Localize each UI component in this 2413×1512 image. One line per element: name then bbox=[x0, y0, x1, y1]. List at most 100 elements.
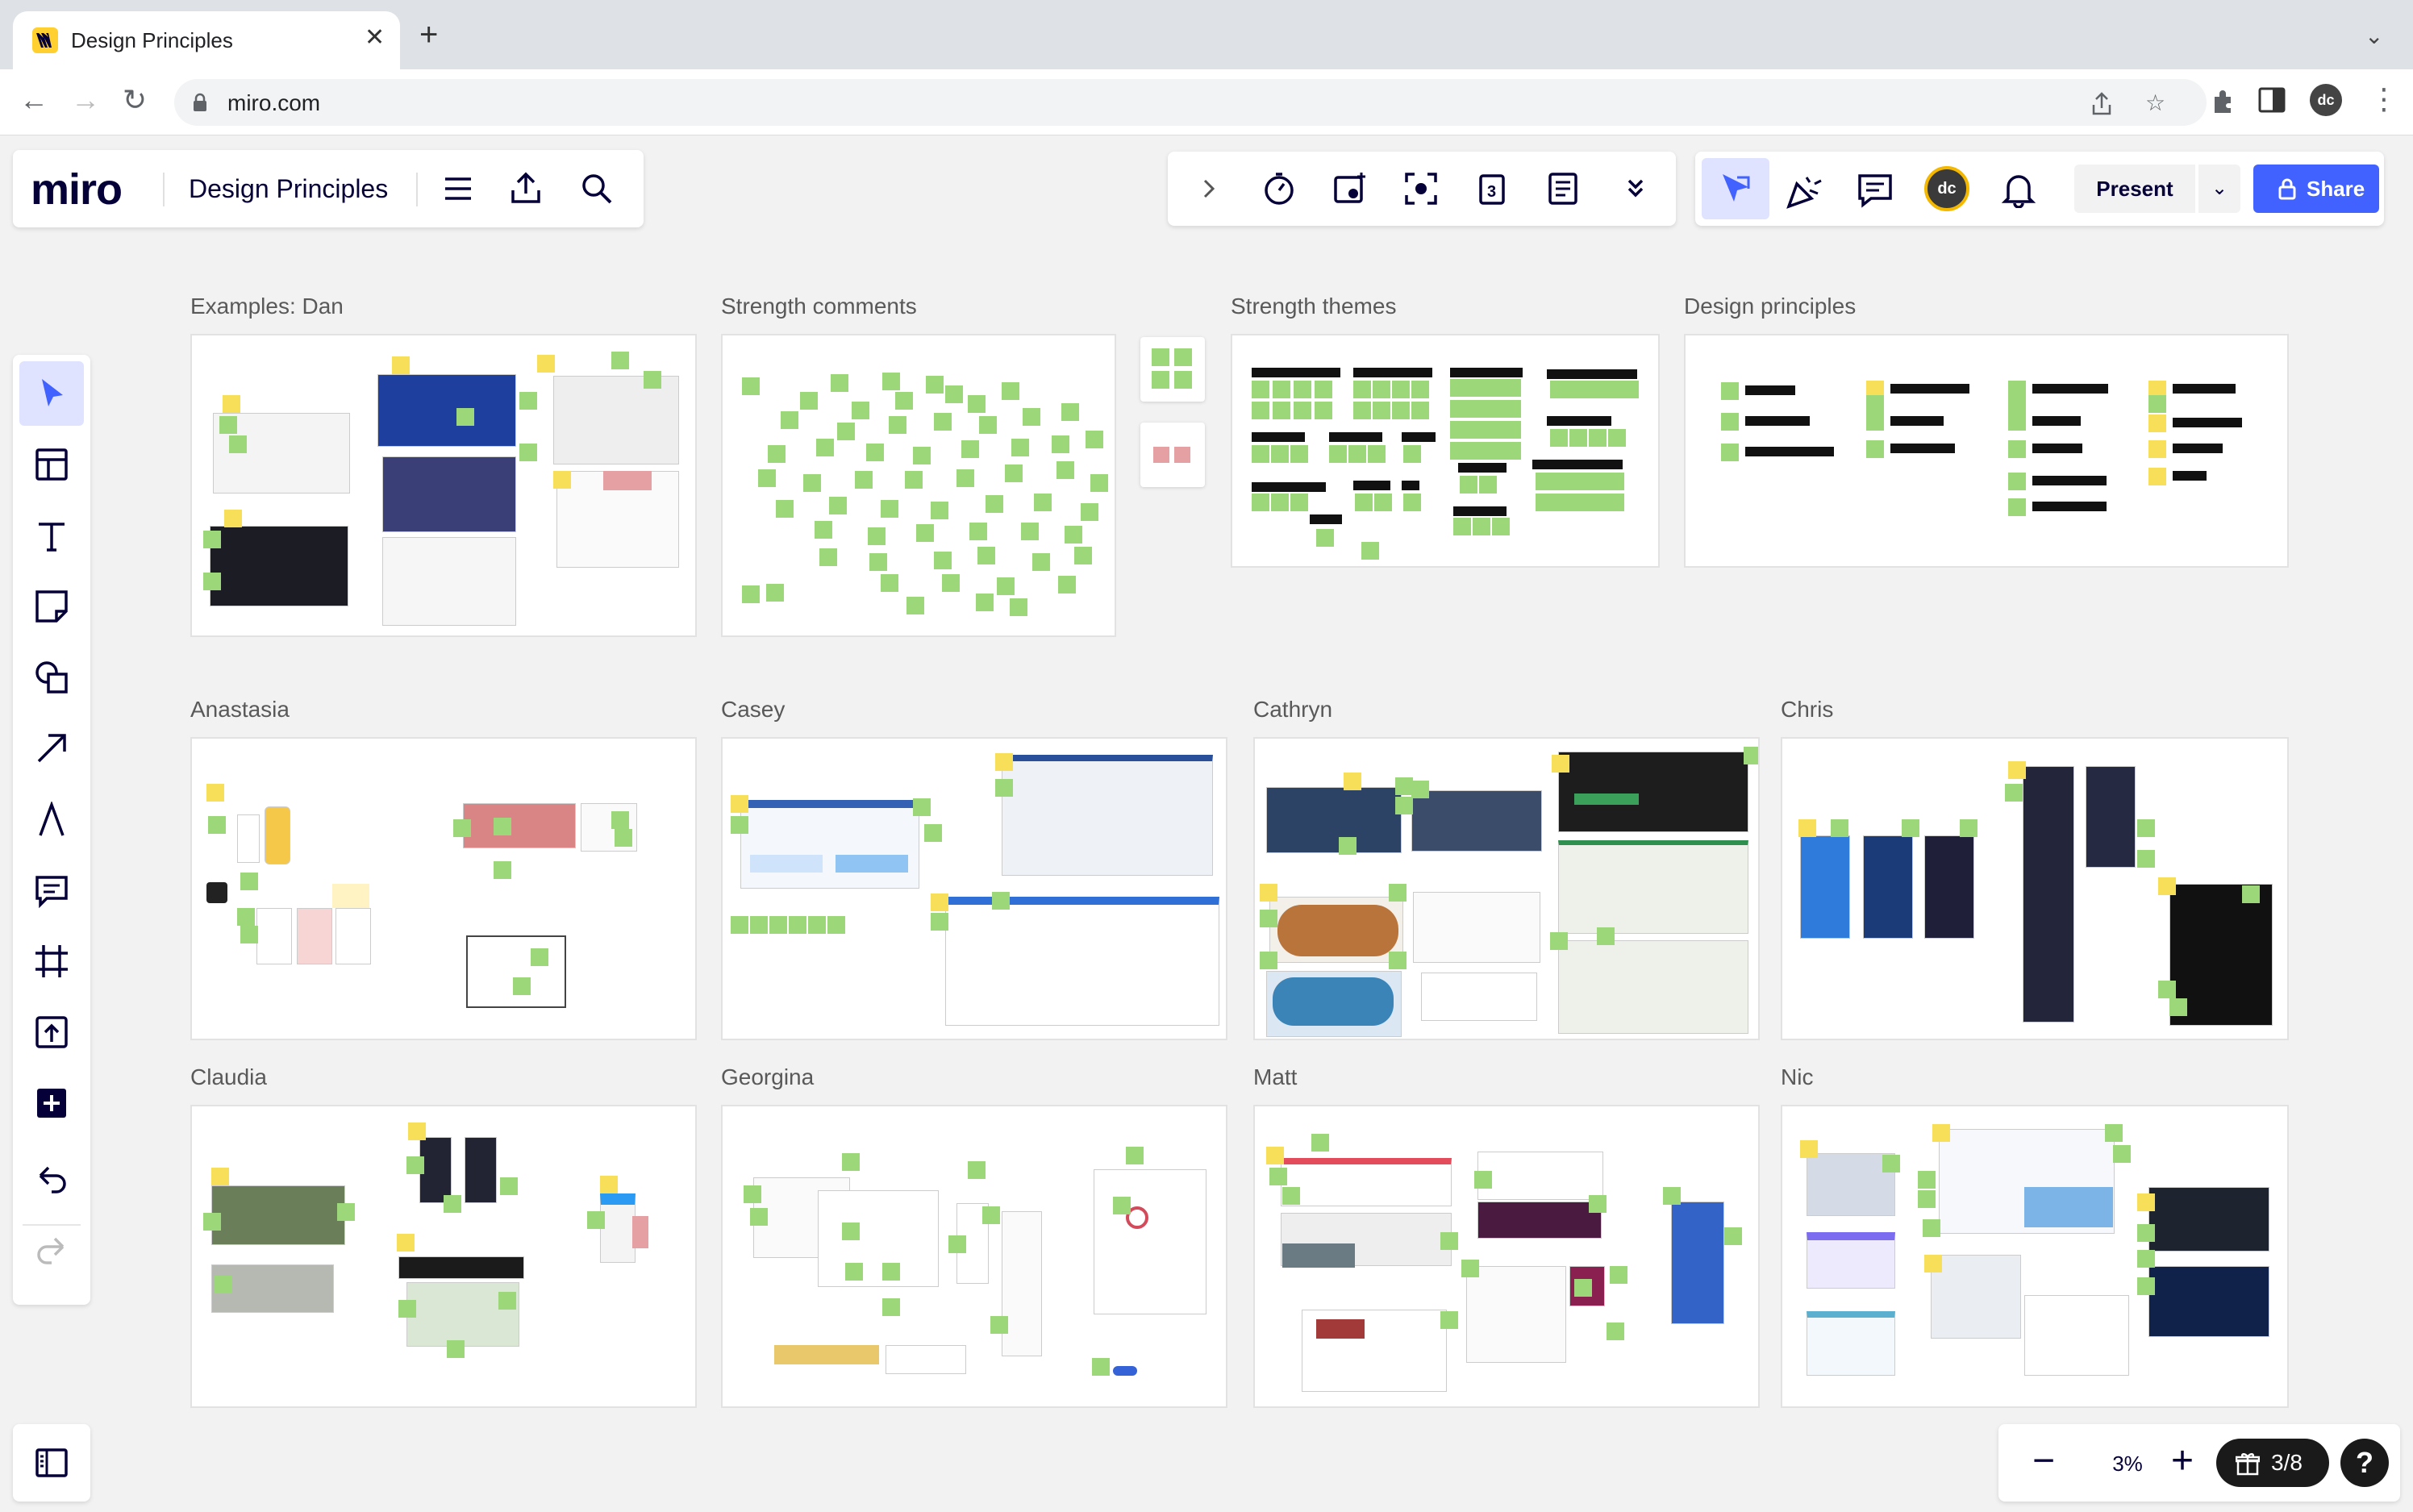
cursor-toggle-button[interactable] bbox=[1702, 158, 1769, 219]
sticky-note bbox=[1126, 1147, 1144, 1164]
comment-icon[interactable] bbox=[34, 873, 69, 908]
notes-icon[interactable] bbox=[1545, 171, 1581, 206]
back-icon[interactable]: ← bbox=[19, 84, 48, 116]
frame-nic[interactable] bbox=[1781, 1105, 2289, 1408]
text-icon[interactable] bbox=[34, 518, 69, 553]
zoom-in-icon[interactable]: + bbox=[2171, 1440, 2194, 1482]
board-canvas[interactable]: miro Design Principles 3 dc Present ⌄ Sh… bbox=[0, 135, 2413, 1512]
frame-claudia[interactable] bbox=[190, 1105, 697, 1408]
frame-label-strength-themes[interactable]: Strength themes bbox=[1231, 294, 1396, 319]
frame-anastasia[interactable] bbox=[190, 737, 697, 1040]
undo-icon[interactable] bbox=[34, 1161, 69, 1197]
zoom-out-icon[interactable]: − bbox=[2032, 1440, 2055, 1482]
frame-label-examples-dan[interactable]: Examples: Dan bbox=[190, 294, 344, 319]
more-tools-icon[interactable] bbox=[1618, 171, 1653, 206]
frame-georgina[interactable] bbox=[721, 1105, 1227, 1408]
present-button[interactable]: Present bbox=[2074, 165, 2195, 213]
sticky-note bbox=[731, 795, 748, 813]
sticky-note bbox=[1721, 444, 1739, 461]
zoom-level[interactable]: 3% bbox=[2094, 1452, 2161, 1477]
frame-strength-comments[interactable] bbox=[721, 334, 1116, 637]
share-page-icon[interactable] bbox=[2090, 92, 2113, 116]
add-more-icon[interactable] bbox=[34, 1085, 69, 1121]
highlight bbox=[774, 1345, 879, 1364]
theme-label bbox=[1532, 460, 1623, 469]
frame-chris[interactable] bbox=[1781, 737, 2289, 1040]
sticky-note-icon[interactable] bbox=[34, 589, 69, 624]
board-title[interactable]: Design Principles bbox=[189, 174, 388, 204]
timer-icon[interactable] bbox=[1261, 171, 1297, 206]
miro-logo[interactable]: miro bbox=[31, 165, 123, 215]
board-sidebar-toggle[interactable] bbox=[13, 1424, 90, 1502]
sticky-note bbox=[1395, 777, 1413, 795]
tab-close-icon[interactable]: ✕ bbox=[365, 26, 385, 50]
sticky-note bbox=[1607, 473, 1624, 490]
redo-icon[interactable] bbox=[34, 1232, 69, 1268]
share-button[interactable]: Share bbox=[2253, 165, 2379, 213]
reactions-icon[interactable] bbox=[1786, 171, 1824, 210]
frame-label-strength-comments[interactable]: Strength comments bbox=[721, 294, 917, 319]
address-bar[interactable]: miro.com ☆ bbox=[174, 79, 2207, 126]
frame-label-chris[interactable]: Chris bbox=[1781, 697, 1833, 723]
cluster-tile-pink[interactable] bbox=[1140, 423, 1205, 487]
chevron-right-icon[interactable] bbox=[1192, 171, 1227, 206]
search-icon[interactable] bbox=[579, 171, 615, 206]
sticky-note bbox=[408, 1123, 426, 1140]
templates-icon[interactable] bbox=[34, 447, 69, 482]
export-icon[interactable] bbox=[508, 171, 544, 206]
bookmark-star-icon[interactable]: ☆ bbox=[2145, 92, 2165, 115]
frame-label-design-principles[interactable]: Design principles bbox=[1684, 294, 1856, 319]
frame-label-claudia[interactable]: Claudia bbox=[190, 1064, 267, 1090]
extensions-icon[interactable] bbox=[2210, 85, 2239, 115]
main-menu-icon[interactable] bbox=[440, 171, 476, 206]
comments-icon[interactable] bbox=[1857, 171, 1894, 208]
screenshot bbox=[1477, 1152, 1603, 1200]
help-button[interactable]: ? bbox=[2340, 1439, 2389, 1487]
frame-cathryn[interactable] bbox=[1253, 737, 1760, 1040]
frame-label-matt[interactable]: Matt bbox=[1253, 1064, 1297, 1090]
side-panel-icon[interactable] bbox=[2258, 87, 2286, 113]
sticky-note bbox=[895, 392, 913, 410]
new-tab-icon[interactable]: + bbox=[419, 19, 438, 51]
collaborator-avatar[interactable]: dc bbox=[1924, 166, 1969, 211]
calendar-icon[interactable]: 3 bbox=[1474, 171, 1510, 206]
sticky-note bbox=[1403, 445, 1421, 463]
sticky-note bbox=[1800, 1140, 1818, 1158]
reload-icon[interactable]: ↻ bbox=[123, 84, 147, 116]
sticky-note bbox=[926, 376, 944, 394]
tab-search-chevron-icon[interactable]: ⌄ bbox=[2365, 23, 2383, 49]
frame-examples-dan[interactable] bbox=[190, 334, 697, 637]
browser-menu-icon[interactable]: ⋮ bbox=[2369, 82, 2398, 116]
sticky-note bbox=[1724, 1227, 1742, 1245]
frames-navigator-button[interactable]: 3/8 bbox=[2216, 1439, 2329, 1487]
arrow-icon[interactable] bbox=[34, 731, 69, 766]
frame-icon[interactable] bbox=[34, 943, 69, 979]
profile-avatar[interactable]: dc bbox=[2310, 84, 2342, 116]
browser-tab[interactable]: Design Principles ✕ bbox=[13, 11, 400, 69]
bell-icon[interactable] bbox=[2000, 171, 2037, 208]
frame-label-cathryn[interactable]: Cathryn bbox=[1253, 697, 1332, 723]
frame-matt[interactable] bbox=[1253, 1105, 1760, 1408]
upload-icon[interactable] bbox=[34, 1014, 69, 1050]
present-options-chevron-icon[interactable]: ⌄ bbox=[2198, 165, 2240, 213]
focus-icon[interactable] bbox=[1403, 171, 1439, 206]
frame-label-georgina[interactable]: Georgina bbox=[721, 1064, 814, 1090]
cluster-tile-green[interactable] bbox=[1140, 337, 1205, 402]
screenshot bbox=[1863, 835, 1913, 939]
voting-icon[interactable] bbox=[1332, 171, 1368, 206]
select-icon[interactable] bbox=[34, 376, 69, 411]
sticky-note bbox=[1607, 494, 1624, 511]
sticky-note bbox=[447, 1340, 465, 1358]
frame-label-anastasia[interactable]: Anastasia bbox=[190, 697, 290, 723]
frame-casey[interactable] bbox=[721, 737, 1227, 1040]
frame-design-principles[interactable] bbox=[1684, 334, 2289, 568]
pen-icon[interactable] bbox=[34, 802, 69, 837]
forward-icon[interactable]: → bbox=[71, 84, 100, 116]
sticky-note bbox=[1061, 403, 1079, 421]
sticky-note bbox=[1552, 755, 1569, 773]
shapes-icon[interactable] bbox=[34, 660, 69, 695]
frame-strength-themes[interactable] bbox=[1231, 334, 1660, 568]
frame-label-casey[interactable]: Casey bbox=[721, 697, 785, 723]
sticky-note bbox=[337, 1203, 355, 1221]
frame-label-nic[interactable]: Nic bbox=[1781, 1064, 1813, 1090]
